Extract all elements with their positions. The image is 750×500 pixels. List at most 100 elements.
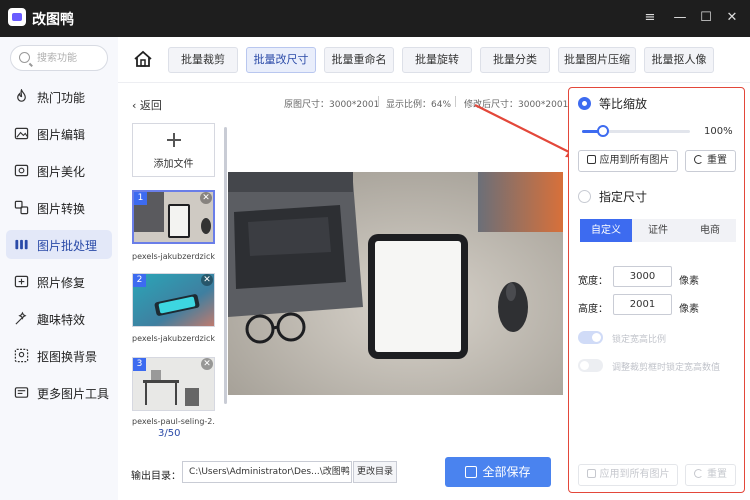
reset-icon xyxy=(694,155,703,164)
tools-icon xyxy=(14,387,29,398)
tab-batch-crop[interactable]: 批量裁剪 xyxy=(168,47,238,73)
file-number-badge: 1 xyxy=(134,192,147,205)
file-name: pexels-jakubzerdzick... xyxy=(132,334,215,343)
sidebar-item-label: 抠图换背景 xyxy=(37,350,98,364)
sidebar-item-hot[interactable]: 热门功能 xyxy=(6,82,112,111)
save-all-label: 全部保存 xyxy=(482,465,531,479)
tab-batch-portrait-cutout[interactable]: 批量抠人像 xyxy=(644,47,714,73)
maximize-button[interactable]: ☐ xyxy=(696,8,716,28)
sidebar-item-label: 热门功能 xyxy=(37,91,86,105)
sidebar-item-batch[interactable]: 图片批处理 xyxy=(6,230,112,259)
file-thumbnail-2[interactable]: 2 ✕ xyxy=(132,273,215,327)
remove-file-icon[interactable]: ✕ xyxy=(200,192,212,204)
crop-lock-toggle[interactable] xyxy=(578,359,603,372)
file-thumbnail-1[interactable]: 1 ✕ xyxy=(132,190,215,244)
original-size: 原图尺寸：3000*2001 xyxy=(284,100,380,110)
toggle-knob xyxy=(580,361,589,370)
file-counter: 3/50 xyxy=(158,428,181,439)
image-preview xyxy=(228,172,563,395)
reset-button[interactable]: 重置 xyxy=(685,150,736,172)
reset-label: 重置 xyxy=(707,469,727,480)
back-label: 返回 xyxy=(139,99,162,112)
file-thumbnail-3[interactable]: 3 ✕ xyxy=(132,357,215,411)
home-icon[interactable] xyxy=(132,48,154,70)
sidebar-item-label: 图片编辑 xyxy=(37,128,86,142)
file-list-scrollbar[interactable] xyxy=(224,127,227,404)
proportional-radio[interactable] xyxy=(578,97,591,110)
apply-icon xyxy=(586,155,596,164)
chevron-left-icon: ‹ xyxy=(132,99,137,112)
sidebar-item-label: 更多图片工具 xyxy=(37,387,110,401)
specify-size-radio[interactable] xyxy=(578,190,591,203)
apply-all-label: 应用到所有图片 xyxy=(599,155,670,166)
sidebar-item-label: 趣味特效 xyxy=(37,313,86,327)
toggle-knob xyxy=(592,333,601,342)
app-logo-icon xyxy=(8,8,26,26)
tab-batch-resize[interactable]: 批量改尺寸 xyxy=(246,47,316,73)
change-dir-button[interactable]: 更改目录 xyxy=(353,461,397,483)
tab-batch-rotate[interactable]: 批量旋转 xyxy=(402,47,472,73)
display-ratio: 显示比例：64% xyxy=(386,100,452,110)
file-name: pexels-paul-seling-2... xyxy=(132,417,215,426)
sidebar-item-label: 图片美化 xyxy=(37,165,86,179)
minimize-button[interactable]: — xyxy=(670,8,690,28)
file-number-badge: 2 xyxy=(133,274,146,287)
apply-all-button-bottom[interactable]: 应用到所有图片 xyxy=(578,464,678,486)
cutout-icon xyxy=(14,348,29,363)
flame-icon xyxy=(17,89,26,102)
proportional-label: 等比缩放 xyxy=(599,97,648,111)
scale-value: 100% xyxy=(704,126,733,137)
file-name: pexels-jakubzerdzick... xyxy=(132,252,215,261)
apply-all-label: 应用到所有图片 xyxy=(599,469,670,480)
convert-icon xyxy=(14,200,29,215)
app-title: 改图鸭 xyxy=(32,12,74,28)
apply-icon xyxy=(586,469,596,478)
search-icon xyxy=(19,52,30,63)
tab-batch-rename[interactable]: 批量重命名 xyxy=(324,47,394,73)
tab-batch-compress[interactable]: 批量图片压缩 xyxy=(558,47,636,73)
width-input[interactable] xyxy=(613,266,672,287)
preview-image xyxy=(228,172,563,395)
lock-ratio-toggle[interactable] xyxy=(578,331,603,344)
save-all-button[interactable]: 全部保存 xyxy=(445,457,551,487)
resize-settings-panel xyxy=(568,87,745,493)
sidebar-item-cutout[interactable]: 抠图换背景 xyxy=(6,341,112,370)
sidebar-item-beautify[interactable]: 图片美化 xyxy=(6,156,112,185)
reset-label: 重置 xyxy=(707,155,727,166)
output-dir-label: 输出目录： xyxy=(131,471,181,482)
close-button[interactable]: ✕ xyxy=(722,8,742,28)
file-number-badge: 3 xyxy=(133,358,146,371)
back-link[interactable]: ‹ 返回 xyxy=(132,97,162,113)
height-input[interactable] xyxy=(613,294,672,315)
reset-button-bottom[interactable]: 重置 xyxy=(685,464,736,486)
sidebar-item-photo-repair[interactable]: 照片修复 xyxy=(6,267,112,296)
sidebar-item-image-edit[interactable]: 图片编辑 xyxy=(6,119,112,148)
search-input[interactable] xyxy=(37,50,103,66)
remove-file-icon[interactable]: ✕ xyxy=(201,274,213,286)
divider xyxy=(378,96,379,107)
output-dir-field[interactable]: C:\Users\Administrator\Des...\改图鸭 xyxy=(182,461,352,483)
remove-file-icon[interactable]: ✕ xyxy=(201,358,213,370)
add-file-label: 添加文件 xyxy=(153,159,194,170)
segment-ecommerce[interactable]: 电商 xyxy=(684,219,736,242)
apply-all-button[interactable]: 应用到所有图片 xyxy=(578,150,678,172)
search-box[interactable] xyxy=(10,45,108,71)
sidebar-item-more-tools[interactable]: 更多图片工具 xyxy=(6,378,112,407)
sidebar-item-effects[interactable]: 趣味特效 xyxy=(6,304,112,333)
menu-icon[interactable]: ≡ xyxy=(640,8,660,28)
reset-icon xyxy=(694,469,703,478)
lock-ratio-label: 锁定宽高比例 xyxy=(612,335,667,345)
segment-id-photo[interactable]: 证件 xyxy=(632,219,684,242)
batch-icon xyxy=(15,239,28,250)
add-file-button[interactable]: 添加文件 xyxy=(132,123,215,177)
sidebar-item-label: 照片修复 xyxy=(37,276,86,290)
height-label: 高度： xyxy=(578,304,608,315)
segment-custom[interactable]: 自定义 xyxy=(580,219,632,242)
divider xyxy=(455,96,456,107)
sidebar-item-label: 图片转换 xyxy=(37,202,86,216)
tab-batch-classify[interactable]: 批量分类 xyxy=(480,47,550,73)
sidebar-item-convert[interactable]: 图片转换 xyxy=(6,193,112,222)
sidebar-item-label: 图片批处理 xyxy=(37,239,98,253)
title-bar: 改图鸭 ≡ — ☐ ✕ xyxy=(0,0,750,37)
scale-slider-handle[interactable] xyxy=(597,125,609,137)
